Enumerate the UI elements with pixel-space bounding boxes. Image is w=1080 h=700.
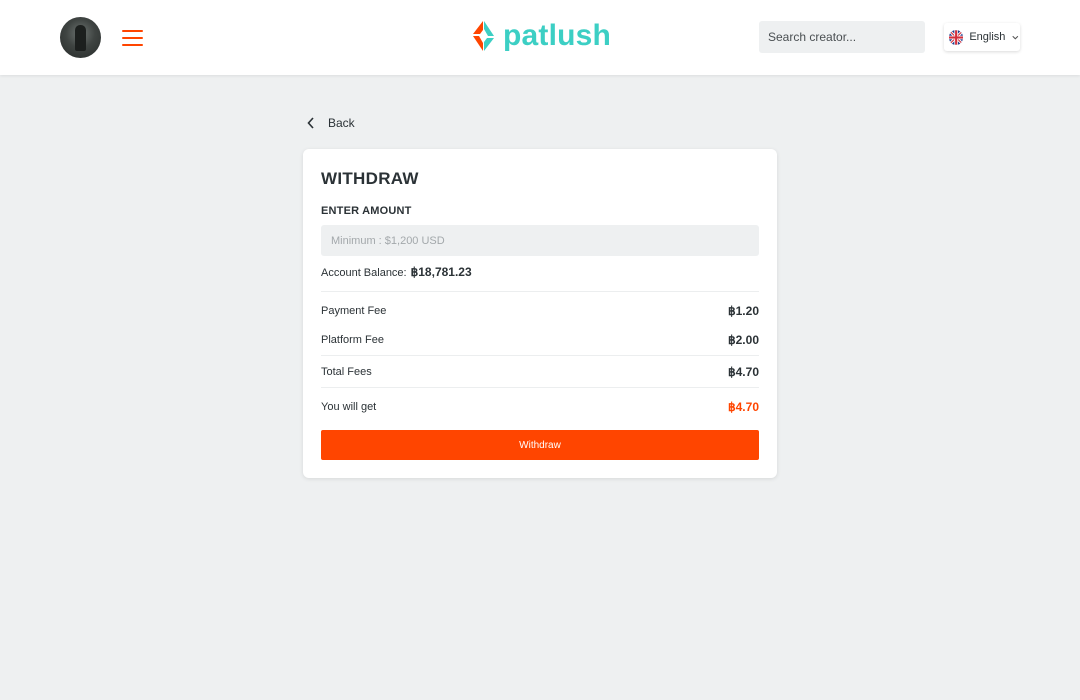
you-will-get-value: ฿4.70 (728, 400, 759, 414)
logo-wordmark: patlush (503, 19, 612, 52)
back-label: Back (328, 116, 355, 130)
withdraw-button[interactable]: Withdraw (321, 430, 759, 460)
brand-logo[interactable]: patlush (470, 18, 611, 54)
fee-label: Platform Fee (321, 334, 384, 346)
payment-fee-row: Payment Fee ฿1.20 (321, 304, 759, 318)
platform-fee-row: Platform Fee ฿2.00 (321, 333, 759, 347)
chevron-left-icon (307, 117, 314, 129)
page-title: WITHDRAW (321, 169, 419, 188)
account-balance: Account Balance: ฿18,781.23 (321, 265, 472, 279)
total-fees-row: Total Fees ฿4.70 (321, 365, 759, 379)
you-will-get-label: You will get (321, 401, 377, 413)
account-balance-value: ฿18,781.23 (410, 265, 472, 279)
language-selector[interactable]: English (944, 23, 1020, 51)
hamburger-menu-icon[interactable] (122, 27, 143, 46)
back-link[interactable]: Back (306, 116, 355, 130)
divider (321, 355, 759, 356)
top-navigation-bar: patlush English (0, 0, 1080, 75)
withdraw-card: WITHDRAW ENTER AMOUNT Account Balance: ฿… (303, 149, 777, 478)
search-creator-input[interactable] (759, 21, 925, 53)
you-will-get-row: You will get ฿4.70 (321, 400, 759, 414)
fee-label: Total Fees (321, 366, 372, 378)
amount-input[interactable] (321, 225, 759, 256)
avatar-silhouette (75, 25, 86, 51)
fee-value: ฿2.00 (728, 333, 759, 347)
logo-mark-icon (473, 21, 494, 51)
divider (321, 291, 759, 292)
uk-flag-icon (949, 29, 964, 45)
account-balance-label: Account Balance: (321, 267, 407, 279)
chevron-down-icon (1012, 35, 1019, 40)
amount-field-label: ENTER AMOUNT (321, 205, 412, 217)
fee-value: ฿1.20 (728, 304, 759, 318)
fee-label: Payment Fee (321, 305, 387, 317)
divider (321, 387, 759, 388)
fee-value: ฿4.70 (728, 365, 759, 379)
language-label: English (969, 31, 1006, 43)
user-avatar[interactable] (60, 17, 101, 58)
